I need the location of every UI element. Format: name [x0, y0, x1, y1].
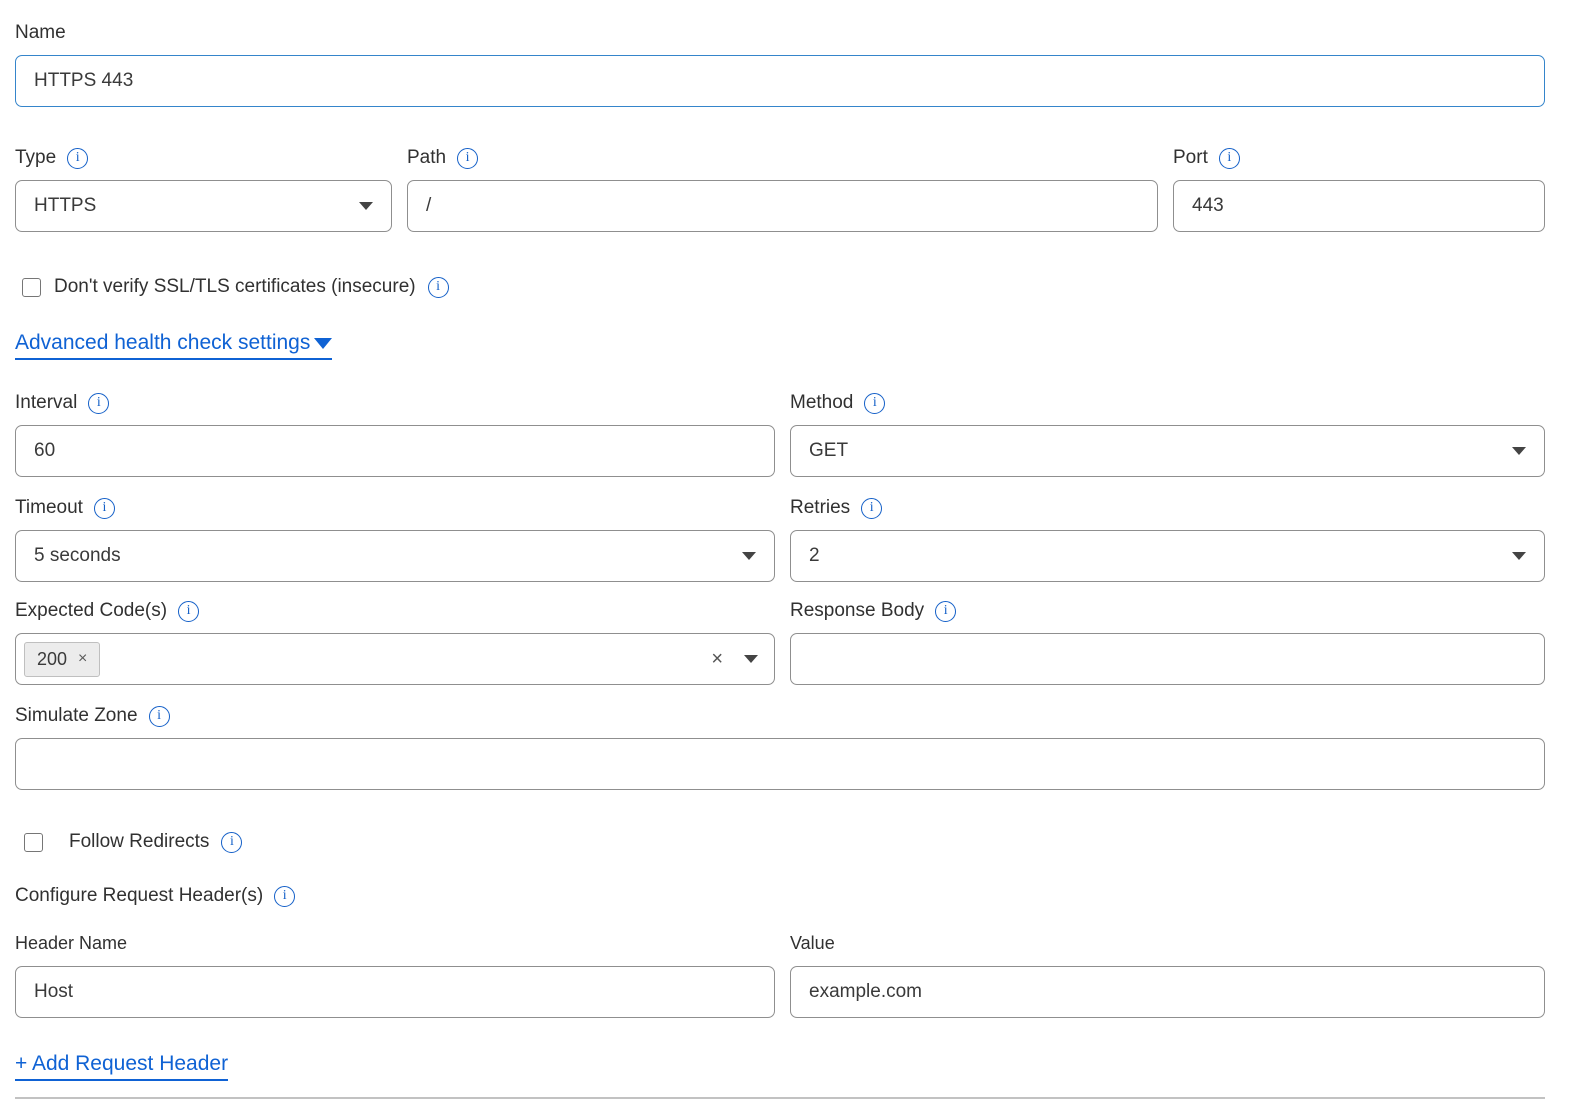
health-check-form: Name Type i HTTPS Path i Port i — [0, 0, 1570, 1099]
expected-codes-field-group: Expected Code(s) i 200 × × — [15, 598, 775, 685]
follow-redirects-checkbox[interactable] — [24, 833, 43, 852]
path-label-text: Path — [407, 145, 446, 171]
remove-tag-icon[interactable]: × — [78, 650, 87, 668]
type-selected-value: HTTPS — [34, 195, 359, 217]
timeout-retries-row: Timeout i 5 seconds Retries i 2 — [15, 495, 1545, 582]
advanced-settings-link-text: Advanced health check settings — [15, 331, 310, 355]
method-select[interactable]: GET — [790, 425, 1545, 477]
simulate-zone-field-group: Simulate Zone i — [15, 703, 1545, 790]
header-name-input[interactable] — [15, 966, 775, 1018]
retries-label: Retries i — [790, 495, 1545, 521]
info-icon[interactable]: i — [88, 393, 109, 414]
type-field-group: Type i HTTPS — [15, 145, 392, 232]
chevron-down-icon — [1512, 552, 1526, 560]
method-label-text: Method — [790, 390, 853, 416]
name-input[interactable] — [15, 55, 1545, 107]
info-icon[interactable]: i — [1219, 148, 1240, 169]
chevron-down-icon — [742, 552, 756, 560]
interval-label-text: Interval — [15, 390, 77, 416]
simulate-zone-input[interactable] — [15, 738, 1545, 790]
advanced-settings-link[interactable]: Advanced health check settings — [15, 331, 332, 360]
path-input[interactable] — [407, 180, 1158, 232]
header-name-label: Header Name — [15, 931, 775, 955]
info-icon[interactable]: i — [274, 886, 295, 907]
info-icon[interactable]: i — [864, 393, 885, 414]
clear-all-icon[interactable]: × — [711, 648, 723, 671]
chevron-down-icon — [1512, 447, 1526, 455]
add-request-header-link[interactable]: + Add Request Header — [15, 1052, 228, 1081]
request-headers-section-label: Configure Request Header(s) i — [15, 883, 1545, 909]
path-label: Path i — [407, 145, 1158, 171]
retries-field-group: Retries i 2 — [790, 495, 1545, 582]
triangle-down-icon — [314, 338, 332, 349]
follow-redirects-label: Follow Redirects — [69, 831, 209, 853]
port-label-text: Port — [1173, 145, 1208, 171]
path-field-group: Path i — [407, 145, 1158, 232]
info-icon[interactable]: i — [221, 832, 242, 853]
request-header-row: Header Name Value — [15, 931, 1545, 1018]
port-field-group: Port i — [1173, 145, 1545, 232]
method-selected-value: GET — [809, 440, 1512, 462]
port-input[interactable] — [1173, 180, 1545, 232]
name-label-text: Name — [15, 20, 66, 46]
interval-input[interactable] — [15, 425, 775, 477]
timeout-label: Timeout i — [15, 495, 775, 521]
info-icon[interactable]: i — [935, 601, 956, 622]
method-label: Method i — [790, 390, 1545, 416]
name-label: Name — [15, 20, 1545, 46]
expected-codes-multiselect[interactable]: 200 × × — [15, 633, 775, 685]
interval-field-group: Interval i — [15, 390, 775, 477]
timeout-label-text: Timeout — [15, 495, 83, 521]
code-tag-value: 200 — [37, 649, 67, 670]
retries-select[interactable]: 2 — [790, 530, 1545, 582]
follow-redirects-row: Follow Redirects i — [24, 831, 1545, 853]
ssl-verify-checkbox[interactable] — [22, 278, 41, 297]
header-name-label-text: Header Name — [15, 933, 127, 953]
type-select[interactable]: HTTPS — [15, 180, 392, 232]
response-body-label-text: Response Body — [790, 598, 924, 624]
timeout-select[interactable]: 5 seconds — [15, 530, 775, 582]
port-label: Port i — [1173, 145, 1545, 171]
info-icon[interactable]: i — [67, 148, 88, 169]
ssl-checkbox-label: Don't verify SSL/TLS certificates (insec… — [54, 276, 416, 298]
header-name-field-group: Header Name — [15, 931, 775, 1018]
interval-method-row: Interval i Method i GET — [15, 390, 1545, 477]
method-field-group: Method i GET — [790, 390, 1545, 477]
interval-label: Interval i — [15, 390, 775, 416]
ssl-checkbox-row: Don't verify SSL/TLS certificates (insec… — [22, 276, 1545, 298]
info-icon[interactable]: i — [457, 148, 478, 169]
response-body-field-group: Response Body i — [790, 598, 1545, 685]
header-value-field-group: Value — [790, 931, 1545, 1018]
retries-selected-value: 2 — [809, 545, 1512, 567]
type-label: Type i — [15, 145, 392, 171]
header-value-input[interactable] — [790, 966, 1545, 1018]
request-headers-section-label-text: Configure Request Header(s) — [15, 883, 263, 909]
code-tag: 200 × — [24, 642, 100, 677]
chevron-down-icon — [744, 655, 758, 663]
expected-codes-label-text: Expected Code(s) — [15, 598, 167, 624]
advanced-settings-container: Advanced health check settings — [15, 331, 1545, 360]
timeout-selected-value: 5 seconds — [34, 545, 742, 567]
info-icon[interactable]: i — [428, 277, 449, 298]
type-path-port-row: Type i HTTPS Path i Port i — [15, 145, 1545, 232]
type-label-text: Type — [15, 145, 56, 171]
info-icon[interactable]: i — [178, 601, 199, 622]
info-icon[interactable]: i — [861, 498, 882, 519]
response-body-label: Response Body i — [790, 598, 1545, 624]
info-icon[interactable]: i — [149, 706, 170, 727]
header-value-label-text: Value — [790, 933, 835, 953]
add-request-header-container: + Add Request Header — [15, 1052, 1545, 1081]
section-divider — [15, 1097, 1545, 1099]
codes-body-row: Expected Code(s) i 200 × × Response Body… — [15, 598, 1545, 685]
simulate-zone-label: Simulate Zone i — [15, 703, 1545, 729]
name-field-group: Name — [15, 20, 1545, 107]
retries-label-text: Retries — [790, 495, 850, 521]
timeout-field-group: Timeout i 5 seconds — [15, 495, 775, 582]
expected-codes-label: Expected Code(s) i — [15, 598, 775, 624]
header-value-label: Value — [790, 931, 1545, 955]
info-icon[interactable]: i — [94, 498, 115, 519]
simulate-zone-label-text: Simulate Zone — [15, 703, 138, 729]
response-body-input[interactable] — [790, 633, 1545, 685]
chevron-down-icon — [359, 202, 373, 210]
